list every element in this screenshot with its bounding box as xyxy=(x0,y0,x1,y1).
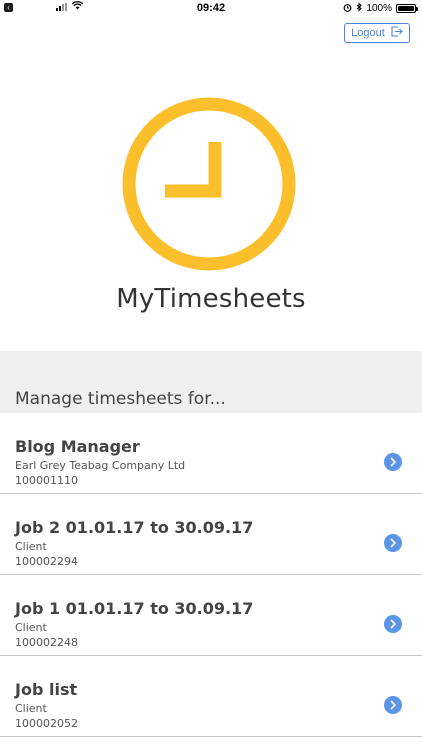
job-item-job-2[interactable]: Job 2 01.01.17 to 30.09.17 Client 100002… xyxy=(0,494,422,575)
job-client: Client xyxy=(15,702,47,715)
chevron-right-icon[interactable] xyxy=(384,615,402,633)
job-number: 100002248 xyxy=(15,636,78,649)
job-title: Job 1 01.01.17 to 30.09.17 xyxy=(15,599,254,618)
status-bar: ‹ 09:42 100% xyxy=(0,0,422,16)
logout-label: Logout xyxy=(351,27,385,39)
job-client: Client xyxy=(15,540,47,553)
job-title: Job 2 01.01.17 to 30.09.17 xyxy=(15,518,254,537)
chevron-right-icon[interactable] xyxy=(384,696,402,714)
battery-icon xyxy=(396,4,418,13)
job-title: Blog Manager xyxy=(15,437,140,456)
bluetooth-icon xyxy=(356,2,363,15)
job-client: Earl Grey Teabag Company Ltd xyxy=(15,459,186,472)
job-item-job-list[interactable]: Job list Client 100002052 xyxy=(0,656,422,737)
logout-button[interactable]: Logout xyxy=(344,23,410,43)
clock-icon xyxy=(121,96,297,272)
battery-percent: 100% xyxy=(366,3,392,14)
job-number: 100001110 xyxy=(15,474,78,487)
logout-icon xyxy=(391,26,403,40)
job-client: Client xyxy=(15,621,47,634)
job-number: 100002052 xyxy=(15,717,78,730)
job-number: 100002294 xyxy=(15,555,78,568)
section-header: Manage timesheets for... xyxy=(0,351,422,413)
app-title: MyTimesheets xyxy=(116,284,306,314)
job-item-blog-manager[interactable]: Blog Manager Earl Grey Teabag Company Lt… xyxy=(0,413,422,494)
job-list: Blog Manager Earl Grey Teabag Company Lt… xyxy=(0,413,422,737)
job-item-job-1[interactable]: Job 1 01.01.17 to 30.09.17 Client 100002… xyxy=(0,575,422,656)
chevron-right-icon[interactable] xyxy=(384,534,402,552)
section-label: Manage timesheets for... xyxy=(15,389,226,409)
alarm-icon xyxy=(343,3,352,15)
job-title: Job list xyxy=(15,680,78,699)
chevron-right-icon[interactable] xyxy=(384,453,402,471)
